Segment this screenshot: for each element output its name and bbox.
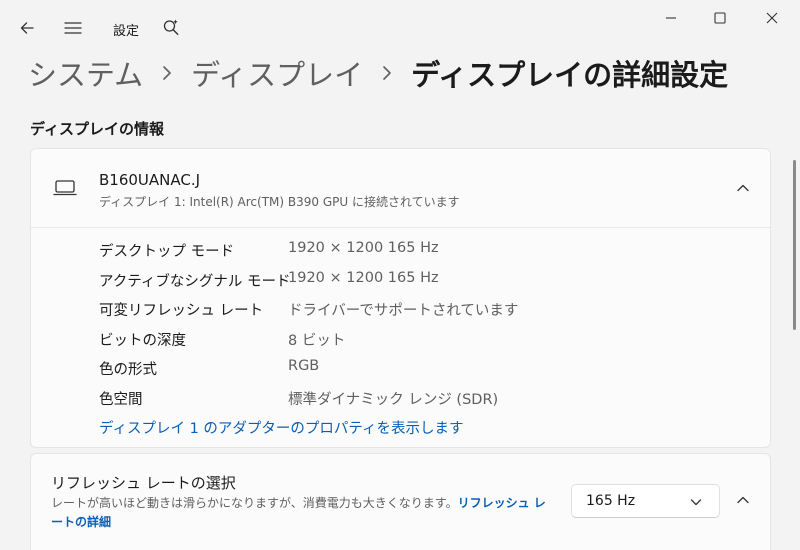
close-button[interactable] bbox=[752, 4, 792, 32]
collapse-chevron-up-icon[interactable] bbox=[731, 488, 755, 512]
minimize-icon bbox=[666, 17, 676, 19]
display-info-section-title: ディスプレイの情報 bbox=[30, 120, 164, 138]
info-label: デスクトップ モード bbox=[99, 244, 235, 260]
monitor-connection-info: ディスプレイ 1: Intel(R) Arc(TM) B390 GPU に接続さ… bbox=[99, 195, 460, 209]
monitor-name: B160UANAC.J bbox=[99, 171, 201, 189]
refresh-rate-selected-value: 165 Hz bbox=[586, 493, 636, 509]
maximize-button[interactable] bbox=[700, 4, 740, 32]
breadcrumb-display[interactable]: ディスプレイ bbox=[191, 52, 363, 94]
vertical-scrollbar[interactable] bbox=[793, 160, 796, 330]
breadcrumb-separator-icon bbox=[143, 65, 191, 81]
info-value: RGB bbox=[288, 358, 320, 374]
settings-window: 設定 システム ディスプレイ ディスプレイの詳細設定 ディスプレイの情報 B16… bbox=[0, 0, 800, 550]
laptop-icon bbox=[53, 179, 77, 201]
breadcrumb: システム ディスプレイ ディスプレイの詳細設定 bbox=[28, 53, 728, 93]
display-info-card: B160UANAC.J ディスプレイ 1: Intel(R) Arc(TM) B… bbox=[30, 148, 771, 448]
info-label: 可変リフレッシュ レート bbox=[99, 303, 264, 319]
info-value: ドライバーでサポートされています bbox=[288, 303, 519, 319]
minimize-button[interactable] bbox=[651, 4, 691, 32]
info-label: 色空間 bbox=[99, 391, 143, 408]
collapse-chevron-up-icon[interactable] bbox=[731, 176, 755, 200]
refresh-rate-card: リフレッシュ レートの選択 レートが高いほど動きは滑らかになりますが、消費電力も… bbox=[30, 453, 771, 550]
breadcrumb-separator-icon bbox=[363, 65, 411, 81]
adapter-properties-link[interactable]: ディスプレイ 1 のアダプターのプロパティを表示します bbox=[99, 417, 464, 438]
title-bar: 設定 bbox=[0, 0, 800, 48]
refresh-rate-title: リフレッシュ レートの選択 bbox=[51, 474, 236, 492]
refresh-rate-description: レートが高いほど動きは滑らかになりますが、消費電力も大きくなります。リフレッシュ… bbox=[51, 494, 551, 532]
breadcrumb-system[interactable]: システム bbox=[28, 52, 143, 94]
navigation-menu-button[interactable] bbox=[58, 14, 88, 42]
info-label: ビットの深度 bbox=[99, 332, 186, 349]
info-label: 色の形式 bbox=[99, 362, 157, 378]
page-title: ディスプレイの詳細設定 bbox=[411, 58, 729, 92]
info-value: 1920 × 1200 165 Hz bbox=[288, 269, 439, 286]
refresh-rate-dropdown[interactable]: 165 Hz bbox=[571, 484, 720, 518]
app-title: 設定 bbox=[113, 24, 140, 39]
search-button[interactable] bbox=[158, 14, 184, 40]
info-value: 標準ダイナミック レンジ (SDR) bbox=[288, 391, 499, 408]
chevron-down-icon bbox=[689, 494, 703, 513]
info-label: アクティブなシグナル モード bbox=[99, 273, 291, 290]
close-icon bbox=[766, 12, 778, 24]
info-value: 1920 × 1200 165 Hz bbox=[288, 240, 439, 256]
search-sparkle-icon bbox=[163, 19, 179, 35]
refresh-description-text: レートが高いほど動きは滑らかになりますが、消費電力も大きくなります。 bbox=[51, 496, 458, 510]
back-arrow-icon bbox=[20, 22, 34, 34]
display-info-header[interactable]: B160UANAC.J ディスプレイ 1: Intel(R) Arc(TM) B… bbox=[31, 149, 770, 228]
maximize-icon bbox=[714, 12, 726, 24]
hamburger-menu-icon bbox=[64, 22, 82, 34]
back-button[interactable] bbox=[12, 14, 42, 42]
info-value: 8 ビット bbox=[288, 332, 346, 349]
